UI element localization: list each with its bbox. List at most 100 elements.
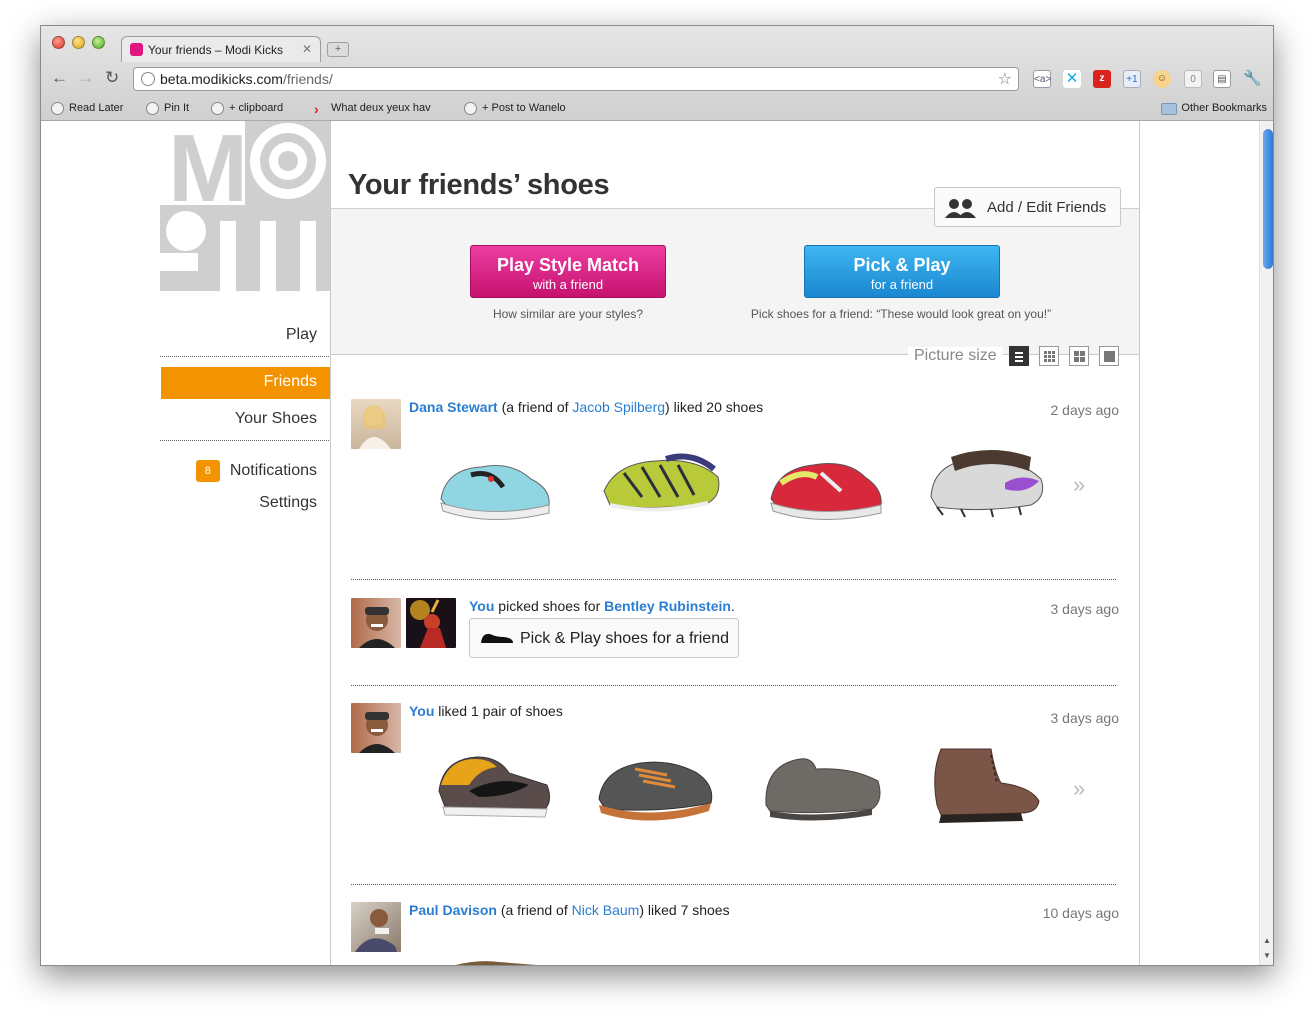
nav-settings[interactable]: Settings xyxy=(259,494,317,512)
shoe-thumbnail[interactable] xyxy=(591,952,721,966)
zoom-window-button[interactable] xyxy=(92,36,105,49)
shoe-thumbnail[interactable] xyxy=(756,952,886,966)
bookmark-star-icon[interactable]: ☆ xyxy=(998,69,1012,89)
tab-title: Your friends – Modi Kicks xyxy=(148,43,283,57)
scroll-down-arrow-icon[interactable]: ▼ xyxy=(1263,951,1271,960)
feed-text-part: (a friend of xyxy=(501,399,573,415)
bookmark-clipboard[interactable]: + clipboard xyxy=(211,102,284,115)
new-tab-button[interactable]: + xyxy=(327,42,349,57)
globe-icon xyxy=(464,102,477,115)
user-link[interactable]: You xyxy=(409,703,434,719)
shoe-thumbnail[interactable] xyxy=(596,439,726,534)
style-match-subtitle: with a friend xyxy=(532,277,604,292)
browser-chrome: Your friends – Modi Kicks ✕ + ← → ↻ beta… xyxy=(41,26,1273,121)
feed-text-part: (a friend of xyxy=(500,902,572,918)
more-shoes-arrow[interactable]: » xyxy=(1073,776,1085,802)
people-icon xyxy=(945,199,976,218)
scrollbar-thumb[interactable] xyxy=(1263,129,1273,269)
shoe-thumbnail[interactable] xyxy=(761,439,891,534)
forward-arrow-icon[interactable]: → xyxy=(77,68,94,88)
modikicks-favicon-icon xyxy=(130,43,143,56)
nav-notifications[interactable]: 8 Notifications xyxy=(195,460,317,482)
nav-play[interactable]: Play xyxy=(286,326,317,344)
other-bookmarks-folder[interactable]: Other Bookmarks xyxy=(1161,102,1267,115)
style-match-caption: How similar are your styles? xyxy=(492,307,644,321)
browser-tab[interactable]: Your friends – Modi Kicks ✕ xyxy=(121,36,321,62)
url-host: beta.modikicks.com xyxy=(160,71,283,87)
friend-link[interactable]: Bentley Rubinstein xyxy=(604,598,731,614)
shoe-icon xyxy=(481,633,513,643)
friend-link[interactable]: Nick Baum xyxy=(572,902,640,918)
shoe-thumbnail[interactable] xyxy=(591,745,721,840)
avatar-paul-davison[interactable] xyxy=(351,902,401,952)
shoe-thumbnail[interactable] xyxy=(921,952,1051,966)
user-link[interactable]: You xyxy=(469,598,494,614)
shoe-thumbnail[interactable] xyxy=(429,952,559,966)
bookmark-deux-yeux[interactable]: › What deux yeux hav xyxy=(313,102,448,114)
close-window-button[interactable] xyxy=(52,36,65,49)
tab-close-icon[interactable]: ✕ xyxy=(302,42,312,56)
browser-window: Your friends – Modi Kicks ✕ + ← → ↻ beta… xyxy=(40,25,1274,966)
pick-and-play-button[interactable]: Pick & Play for a friend xyxy=(804,245,1000,298)
picture-size-large-option[interactable] xyxy=(1099,346,1119,366)
minimize-window-button[interactable] xyxy=(72,36,85,49)
shoe-thumbnail[interactable] xyxy=(921,743,1051,838)
modikicks-logo[interactable]: MO xyxy=(160,121,331,291)
bookmark-read-later[interactable]: Read Later xyxy=(51,102,123,115)
feed-item: Paul Davison (a friend of Nick Baum) lik… xyxy=(351,902,1119,966)
avatar-you[interactable] xyxy=(351,703,401,753)
shoe-thumbnail[interactable] xyxy=(431,439,561,534)
feed-text-part: liked 1 pair of shoes xyxy=(434,703,563,719)
nav-your-shoes[interactable]: Your Shoes xyxy=(235,410,317,428)
globe-icon xyxy=(146,102,159,115)
picture-size-label: Picture size xyxy=(908,347,1003,365)
wrench-icon[interactable]: 🔧 xyxy=(1243,70,1262,88)
shoe-thumbnail[interactable] xyxy=(429,745,559,840)
nav-friends[interactable]: Friends xyxy=(161,367,331,399)
more-shoes-arrow[interactable]: » xyxy=(1073,472,1085,498)
feed-divider xyxy=(351,884,1116,885)
timestamp: 2 days ago xyxy=(1050,402,1120,418)
shoe-thumbnail[interactable] xyxy=(756,745,886,840)
avatar-image xyxy=(355,909,397,952)
ext-counter-icon[interactable]: 0 xyxy=(1184,70,1202,88)
address-bar[interactable]: beta.modikicks.com/friends/ ☆ xyxy=(133,67,1019,91)
style-match-title: Play Style Match xyxy=(496,255,640,275)
avatar-you[interactable] xyxy=(351,598,401,648)
bookmark-wanelo[interactable]: + Post to Wanelo xyxy=(464,102,566,115)
page-menu-icon[interactable]: ▤ xyxy=(1213,70,1231,88)
feed-item: You liked 1 pair of shoes 3 days ago » xyxy=(351,703,1119,853)
pick-play-shoes-for-friend-button[interactable]: Pick & Play shoes for a friend xyxy=(469,618,739,658)
avatar-image xyxy=(410,599,446,648)
avatar-image xyxy=(359,712,395,753)
timestamp: 3 days ago xyxy=(1050,601,1120,617)
shoe-thumbnail[interactable] xyxy=(921,437,1051,532)
user-link[interactable]: Paul Davison xyxy=(409,902,497,918)
picture-size-small-grid-option[interactable] xyxy=(1039,346,1059,366)
ext-plus-one-icon[interactable]: +1 xyxy=(1123,70,1141,88)
bookmark-pin-it[interactable]: Pin It xyxy=(146,102,189,115)
bookmark-label: + clipboard xyxy=(229,102,284,114)
ext-zotero-icon[interactable]: z xyxy=(1093,70,1111,88)
page-scrollbar[interactable]: ▲ ▼ xyxy=(1259,121,1273,965)
friend-link[interactable]: Jacob Spilberg xyxy=(572,399,665,415)
other-bookmarks-label: Other Bookmarks xyxy=(1181,102,1267,114)
user-link[interactable]: Dana Stewart xyxy=(409,399,498,415)
timestamp: 10 days ago xyxy=(1042,905,1119,921)
back-arrow-icon[interactable]: ← xyxy=(51,68,68,88)
avatar-dana-stewart[interactable] xyxy=(351,399,401,449)
scroll-up-arrow-icon[interactable]: ▲ xyxy=(1263,936,1271,945)
globe-icon xyxy=(51,102,64,115)
feed-text-part: . xyxy=(730,598,735,614)
play-style-match-button[interactable]: Play Style Match with a friend xyxy=(470,245,666,298)
ext-face-icon[interactable]: ☺ xyxy=(1153,70,1171,88)
reload-icon[interactable]: ↻ xyxy=(105,68,119,88)
ext-code-icon[interactable]: <a> xyxy=(1033,70,1051,88)
feed-text: Dana Stewart (a friend of Jacob Spilberg… xyxy=(409,399,763,415)
avatar-bentley-rubinstein[interactable] xyxy=(406,598,456,648)
add-edit-friends-button[interactable]: Add / Edit Friends xyxy=(934,187,1121,227)
picture-size-medium-grid-option[interactable] xyxy=(1069,346,1089,366)
picture-size-list-option[interactable] xyxy=(1009,346,1029,366)
ext-x-icon[interactable]: ✕ xyxy=(1063,70,1081,88)
feed-text-part: ) liked 7 shoes xyxy=(639,902,730,918)
